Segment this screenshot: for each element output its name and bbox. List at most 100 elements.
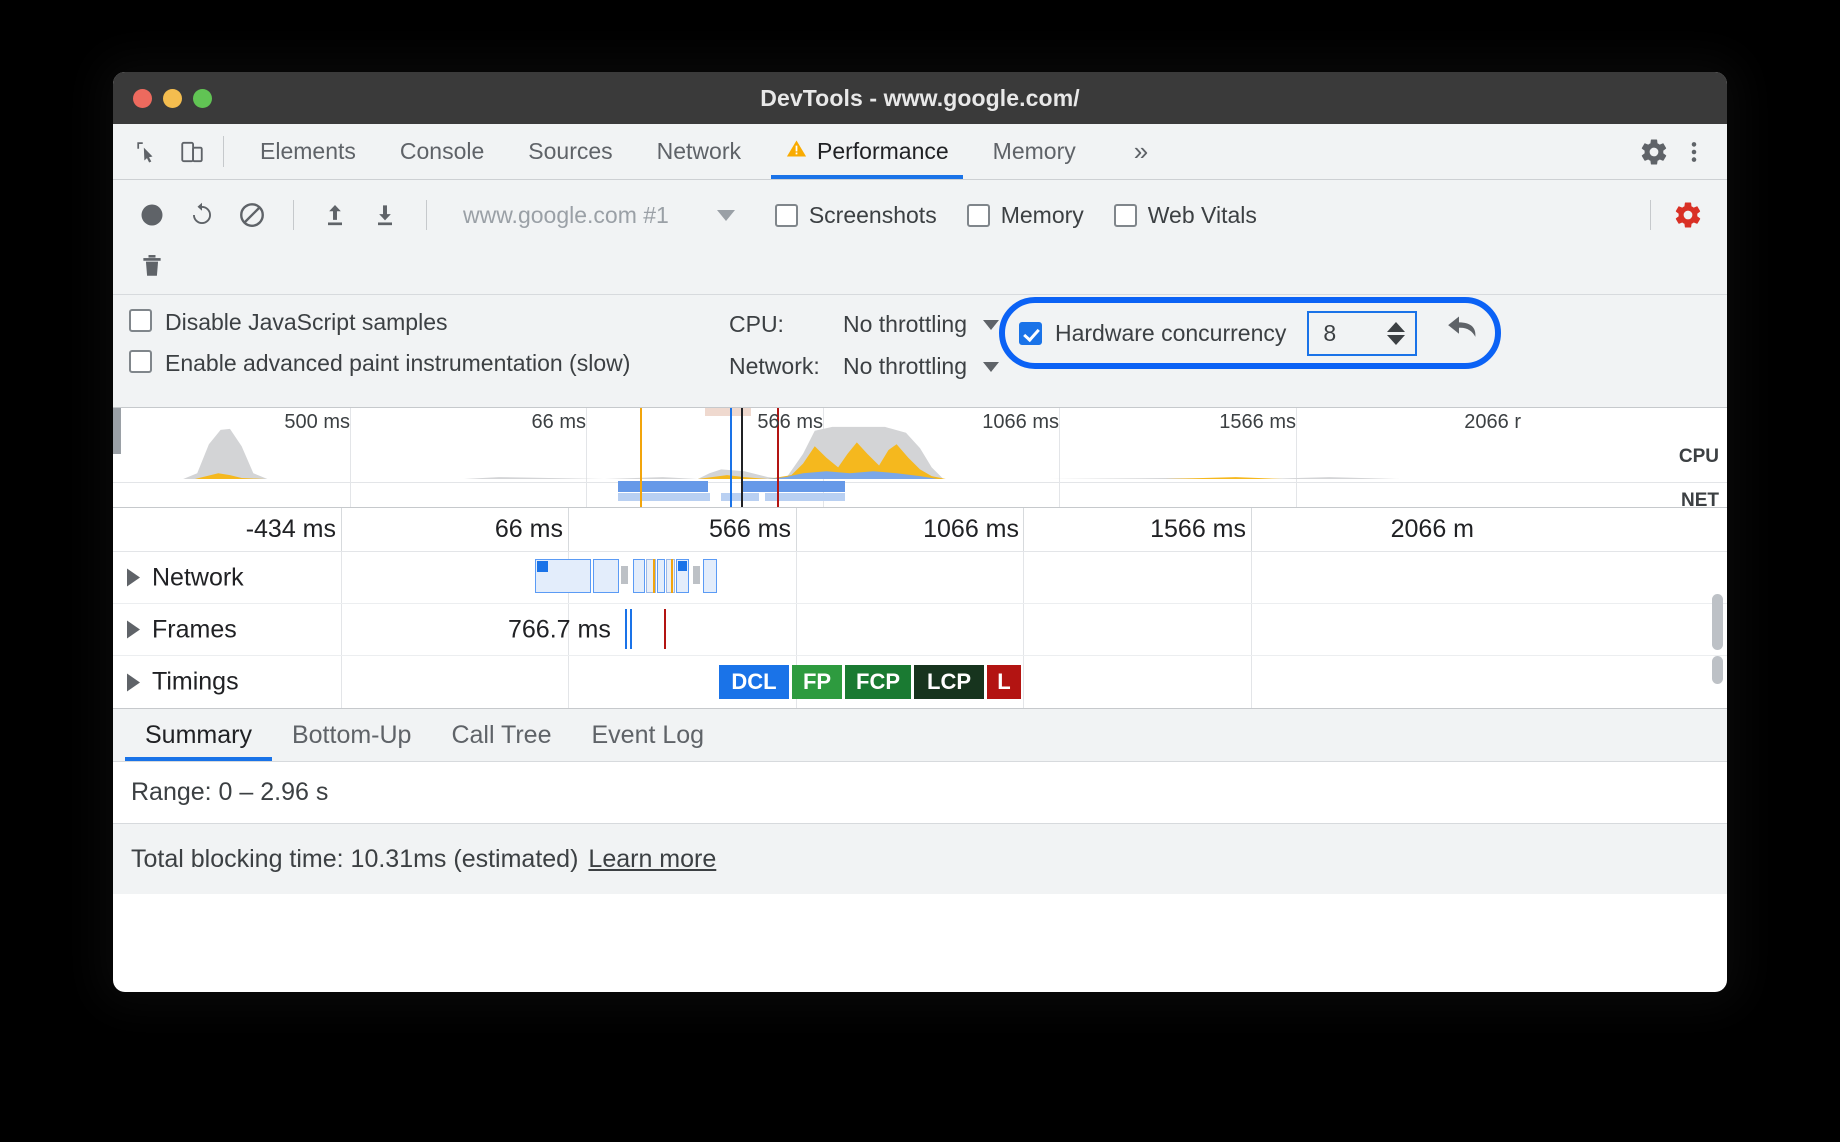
triangle-right-icon[interactable] [127, 569, 140, 587]
tab-event-log[interactable]: Event Log [572, 709, 725, 761]
timing-marker-label: FP [803, 669, 831, 695]
tab-sources[interactable]: Sources [506, 124, 634, 179]
kebab-menu-icon[interactable] [1677, 135, 1711, 169]
tab-performance[interactable]: Performance [763, 124, 971, 179]
overview-tick: 1066 ms [982, 411, 1059, 434]
ruler-tick: 2066 m [1391, 515, 1474, 544]
tab-label: Performance [817, 138, 949, 165]
track-row-network[interactable]: Network [113, 552, 1727, 604]
toolbar-divider-1 [293, 200, 294, 230]
checkbox-screenshots[interactable]: Screenshots [775, 202, 937, 229]
track-row-timings[interactable]: Timings DCL FP FCP LCP L [113, 656, 1727, 708]
checkbox-hardware-concurrency[interactable] [1019, 322, 1042, 345]
checkbox-label: Memory [1001, 202, 1084, 229]
tab-label: Summary [145, 721, 252, 750]
checkbox-label: Enable advanced paint instrumentation (s… [165, 350, 630, 377]
tab-label: Event Log [592, 721, 705, 750]
timing-marker-label: FCP [856, 669, 900, 695]
ruler-tick: 66 ms [495, 515, 563, 544]
checkbox-box[interactable] [1114, 204, 1137, 227]
timing-marker-fcp[interactable]: FCP [845, 665, 911, 699]
vertical-scrollbar-thumb-lower[interactable] [1712, 656, 1723, 684]
tab-network[interactable]: Network [635, 124, 763, 179]
cpu-throttling-value[interactable]: No throttling [843, 311, 967, 338]
checkbox-memory[interactable]: Memory [967, 202, 1084, 229]
triangle-right-icon[interactable] [127, 621, 140, 639]
tab-more-panels-button[interactable]: » [1098, 124, 1184, 179]
ruler-tick: 1066 ms [923, 515, 1019, 544]
checkbox-label: Disable JavaScript samples [165, 309, 448, 336]
toolbar-end-group [1636, 192, 1711, 238]
track-label-frames[interactable]: Frames [127, 615, 237, 644]
window-titlebar: DevTools - www.google.com/ [113, 72, 1727, 124]
timing-marker-lcp[interactable]: LCP [914, 665, 984, 699]
track-name-text: Timings [152, 668, 239, 697]
clear-recording-icon[interactable] [229, 192, 275, 238]
spinner-down-icon[interactable] [1387, 335, 1405, 345]
overview-tick: 66 ms [532, 411, 586, 434]
checkbox-disable-js-samples[interactable]: Disable JavaScript samples [129, 309, 729, 336]
hardware-concurrency-input[interactable]: 8 [1307, 311, 1417, 356]
learn-more-link[interactable]: Learn more [588, 845, 716, 874]
vertical-scrollbar-thumb-upper[interactable] [1712, 594, 1723, 650]
devtools-window: DevTools - www.google.com/ Elements Cons… [113, 72, 1727, 992]
timing-marker-dcl[interactable]: DCL [719, 665, 789, 699]
number-spinner[interactable] [1387, 322, 1405, 345]
gear-icon[interactable] [1637, 135, 1671, 169]
gear-icon-active[interactable] [1665, 192, 1711, 238]
capture-settings-pane: Disable JavaScript samples Enable advanc… [113, 294, 1727, 407]
ruler-tick: 566 ms [709, 515, 791, 544]
overview-tick: 566 ms [757, 411, 823, 434]
checkbox-web-vitals[interactable]: Web Vitals [1114, 202, 1257, 229]
track-label-network[interactable]: Network [127, 563, 244, 592]
hardware-concurrency-value: 8 [1323, 320, 1336, 347]
tab-label: Bottom-Up [292, 721, 411, 750]
tab-console[interactable]: Console [378, 124, 506, 179]
tabstrip-divider [223, 136, 224, 167]
tab-call-tree[interactable]: Call Tree [431, 709, 571, 761]
overview-tick: 1566 ms [1219, 411, 1296, 434]
total-blocking-time-bar: Total blocking time: 10.31ms (estimated)… [113, 824, 1727, 894]
toolbar-divider-2 [426, 200, 427, 230]
track-name-text: Frames [152, 615, 237, 644]
chevron-down-icon[interactable] [717, 210, 735, 221]
checkbox-advanced-paint[interactable]: Enable advanced paint instrumentation (s… [129, 350, 729, 377]
timeline-tracks: -434 ms 66 ms 566 ms 1066 ms 1566 ms 206… [113, 507, 1727, 708]
chevron-down-icon[interactable] [983, 362, 999, 372]
hardware-concurrency-label: Hardware concurrency [1055, 320, 1286, 347]
tab-label: Call Tree [451, 721, 551, 750]
download-profile-icon[interactable] [362, 192, 408, 238]
checkbox-box[interactable] [129, 350, 152, 373]
track-label-timings[interactable]: Timings [127, 668, 239, 697]
track-name-text: Network [152, 563, 244, 592]
timing-marker-fp[interactable]: FP [792, 665, 842, 699]
chevron-down-icon[interactable] [983, 320, 999, 330]
device-toolbar-icon[interactable] [175, 135, 209, 169]
inspect-element-icon[interactable] [129, 135, 163, 169]
network-throttling-value[interactable]: No throttling [843, 353, 967, 380]
tabstrip-right-controls [1602, 124, 1727, 179]
checkbox-box[interactable] [775, 204, 798, 227]
spinner-up-icon[interactable] [1387, 322, 1405, 332]
timing-marker-l[interactable]: L [987, 665, 1021, 699]
track-row-frames[interactable]: Frames 766.7 ms [113, 604, 1727, 656]
overview-tick: 500 ms [284, 411, 350, 434]
overview-marker-orange [640, 408, 642, 507]
checkbox-box[interactable] [129, 309, 152, 332]
record-circle-icon[interactable] [129, 192, 175, 238]
undo-arrow-icon[interactable] [1444, 314, 1482, 353]
tab-bottom-up[interactable]: Bottom-Up [272, 709, 431, 761]
upload-profile-icon[interactable] [312, 192, 358, 238]
profile-name-label[interactable]: www.google.com #1 [463, 202, 669, 229]
timeline-overview[interactable]: 500 ms 66 ms 566 ms 1066 ms 1566 ms 2066… [113, 407, 1727, 507]
overview-marker-blue [730, 408, 732, 507]
tab-elements[interactable]: Elements [238, 124, 378, 179]
timing-marker-label: LCP [927, 669, 971, 695]
triangle-right-icon[interactable] [127, 673, 140, 691]
checkbox-box[interactable] [967, 204, 990, 227]
cpu-throttling-key: CPU: [729, 311, 837, 338]
tab-summary[interactable]: Summary [125, 709, 272, 761]
reload-and-record-icon[interactable] [179, 192, 225, 238]
tab-memory[interactable]: Memory [971, 124, 1098, 179]
trash-icon[interactable] [129, 243, 175, 289]
